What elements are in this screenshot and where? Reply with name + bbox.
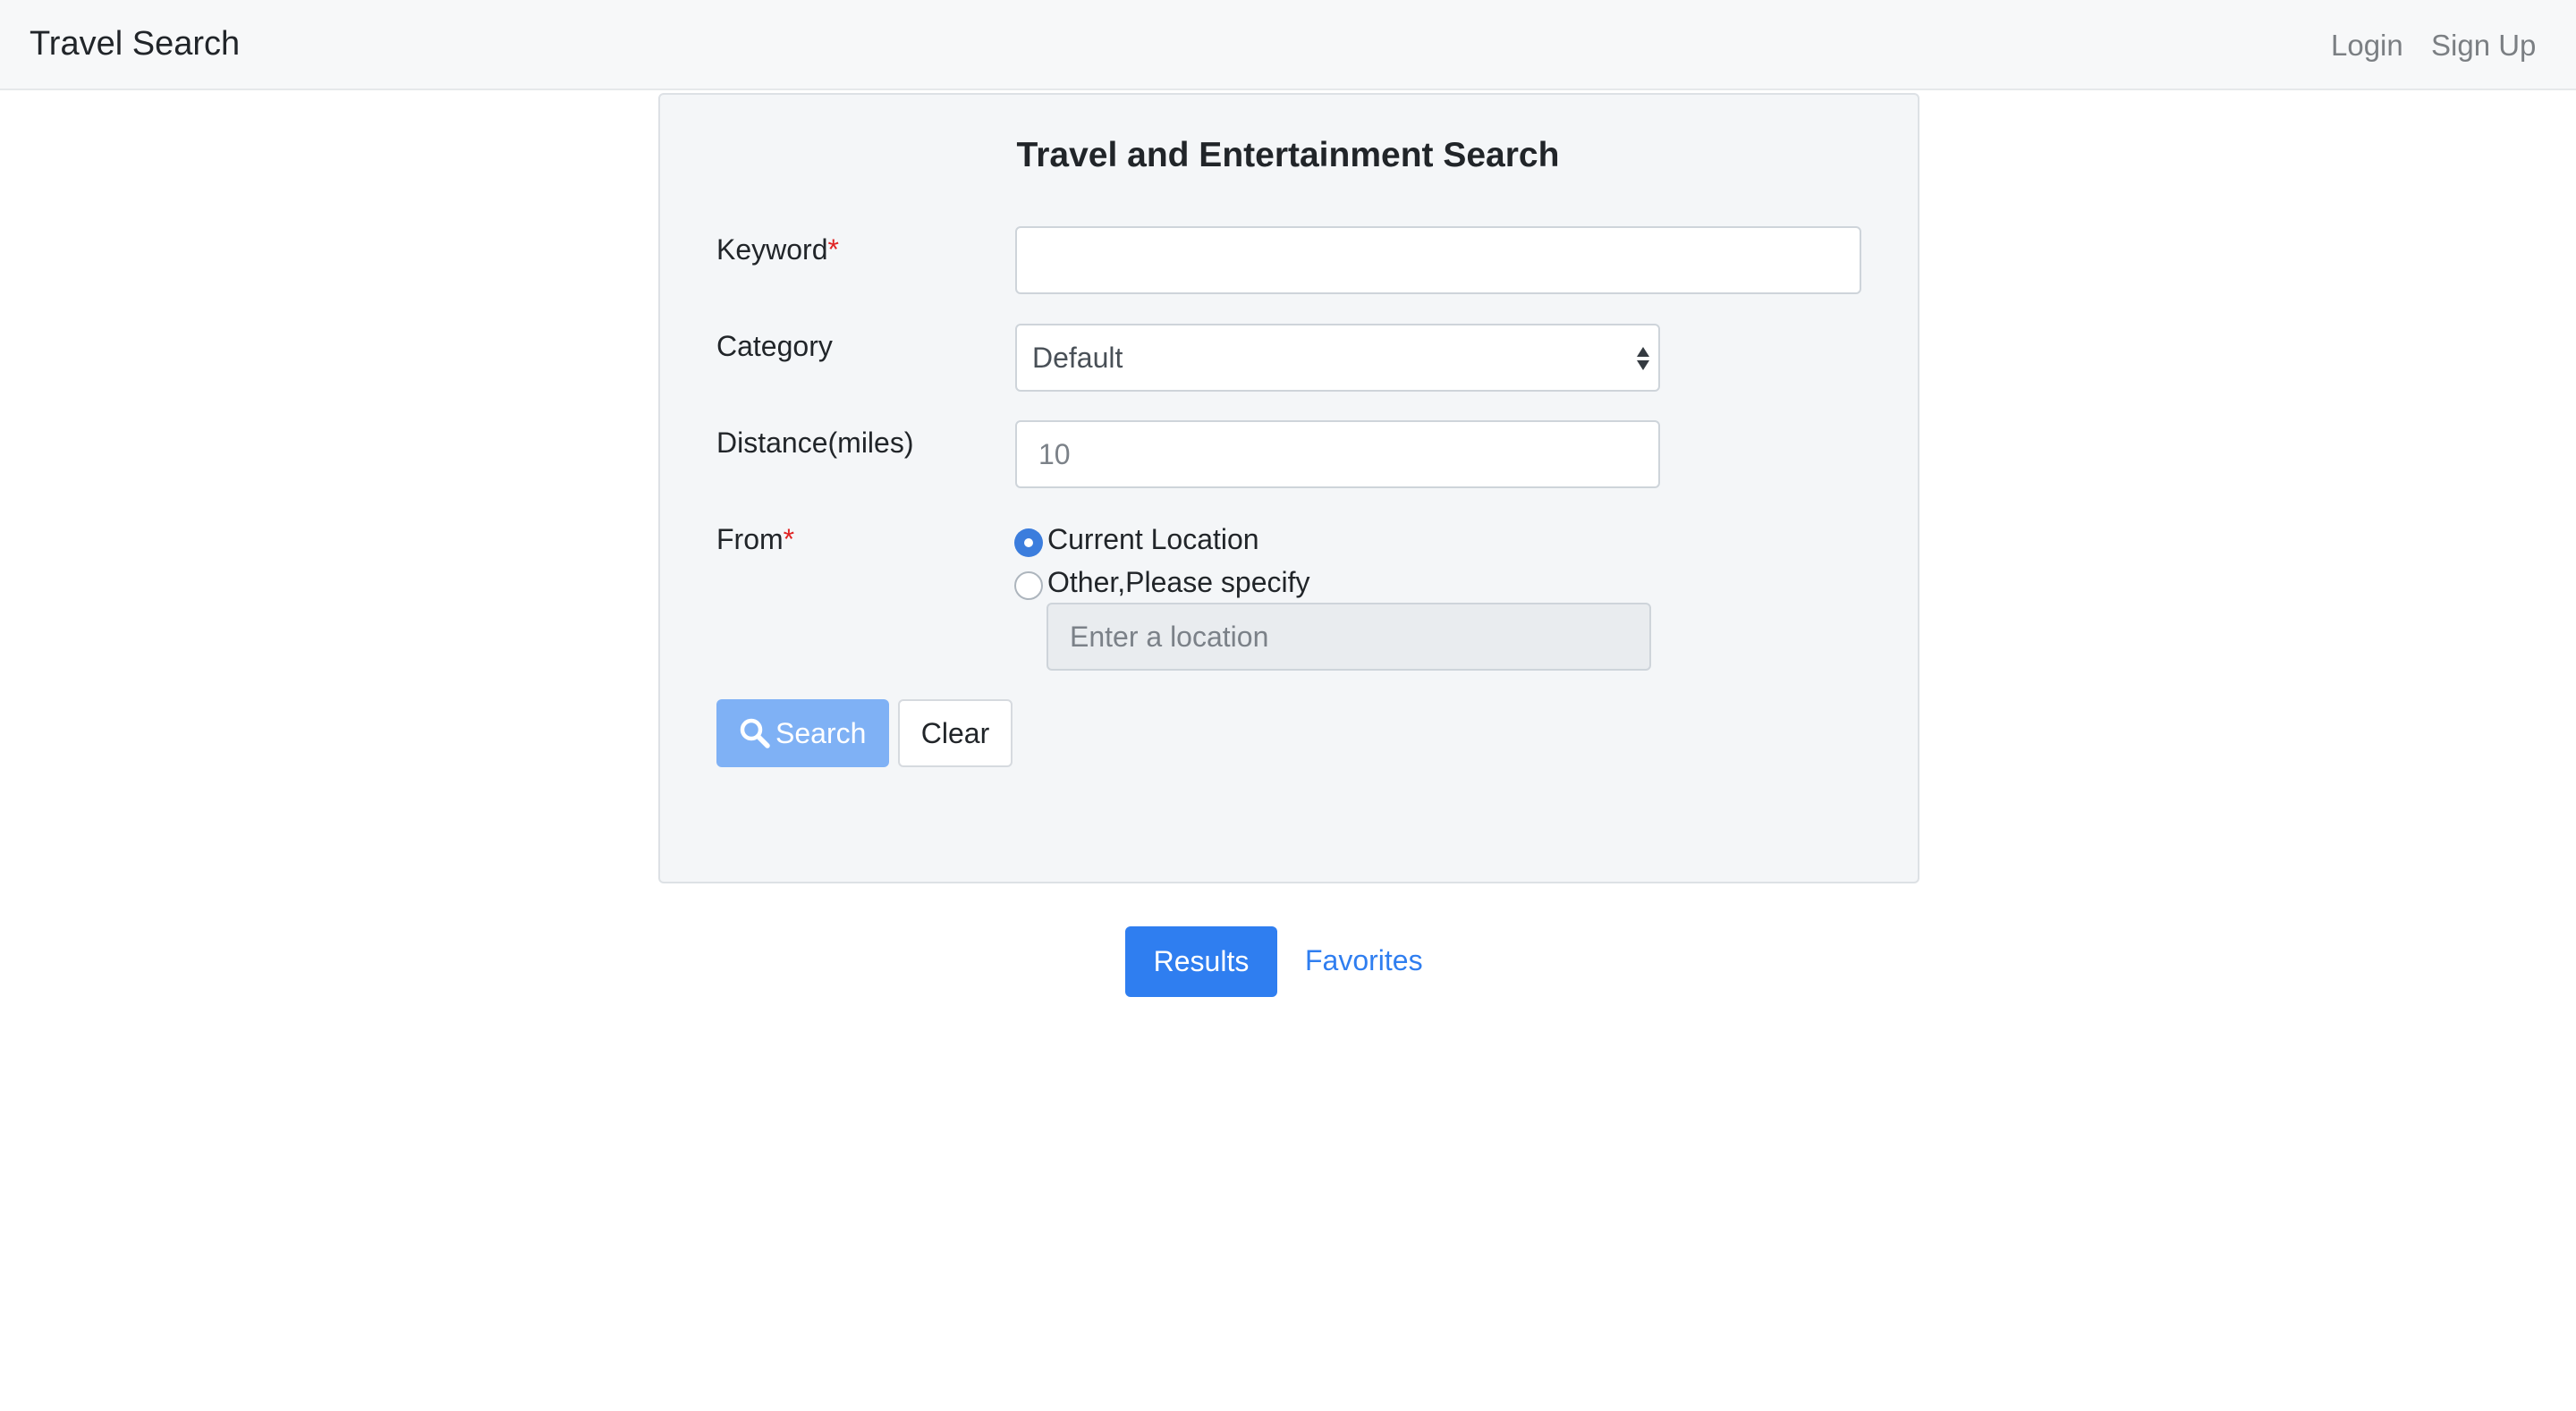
radio-button-unchecked[interactable] xyxy=(1014,571,1043,600)
from-label: From* xyxy=(716,523,794,556)
search-button[interactable]: Search xyxy=(716,699,889,767)
radio-button-checked[interactable] xyxy=(1014,528,1043,557)
radio-label-current-location: Current Location xyxy=(1047,523,1259,555)
category-selected-value: Default xyxy=(1032,342,1123,374)
distance-input[interactable] xyxy=(1015,420,1660,488)
login-link[interactable]: Login xyxy=(2331,29,2403,63)
category-label: Category xyxy=(716,330,833,362)
distance-label: Distance(miles) xyxy=(716,427,914,459)
clear-button[interactable]: Clear xyxy=(898,699,1013,767)
location-input[interactable] xyxy=(1046,603,1651,671)
search-button-label: Search xyxy=(775,717,867,749)
brand-title[interactable]: Travel Search xyxy=(30,25,240,63)
form-title: Travel and Entertainment Search xyxy=(1016,136,1560,174)
category-select[interactable]: Default xyxy=(1015,324,1660,392)
search-icon xyxy=(740,718,770,748)
signup-link[interactable]: Sign Up xyxy=(2431,29,2536,63)
required-mark: * xyxy=(783,523,795,555)
keyword-label: Keyword* xyxy=(716,233,839,266)
select-arrows-icon xyxy=(1637,347,1649,370)
keyword-label-text: Keyword xyxy=(716,233,828,266)
tab-favorites[interactable]: Favorites xyxy=(1305,944,1423,977)
navbar: Travel Search Login Sign Up xyxy=(0,0,2576,90)
required-mark: * xyxy=(827,233,839,266)
from-label-text: From xyxy=(716,523,784,555)
tab-results[interactable]: Results xyxy=(1125,926,1277,997)
keyword-input[interactable] xyxy=(1015,226,1861,294)
radio-label-other-location: Other,Please specify xyxy=(1047,566,1310,598)
